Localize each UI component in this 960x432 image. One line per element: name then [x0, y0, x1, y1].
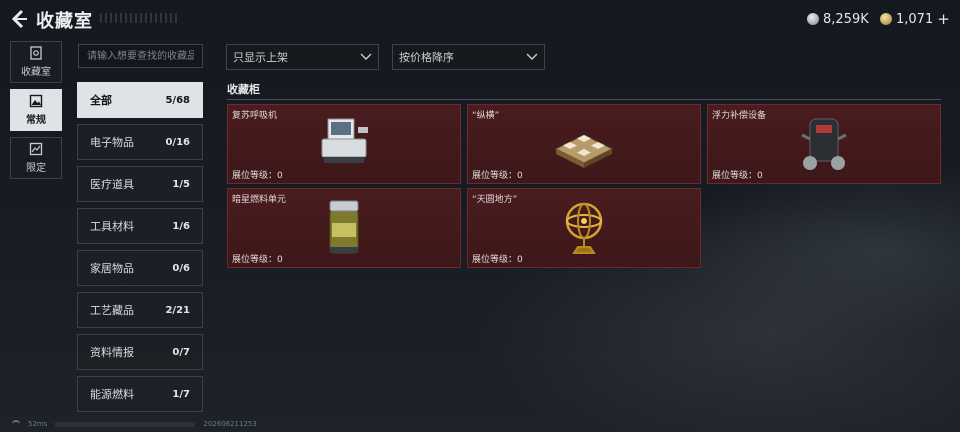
collection-card[interactable]: 浮力补偿设备 展位等级：0	[707, 104, 941, 184]
picture-icon	[29, 94, 43, 108]
gold-amount: 1,071	[896, 11, 934, 27]
category-label: 医疗道具	[90, 178, 134, 191]
collection-card[interactable]: “天圆地方” 展位等级：0	[467, 188, 701, 268]
collection-card[interactable]: 暗星燃料单元 展位等级：0	[227, 188, 461, 268]
card-name: 浮力补偿设备	[712, 111, 767, 121]
category-count: 1/6	[172, 220, 190, 232]
rail-item-label: 限定	[26, 163, 46, 174]
rail-item-normal[interactable]: 常规	[10, 89, 62, 131]
silver-currency: 8,259K	[807, 10, 869, 28]
build-stamp: 202606211253	[203, 420, 257, 428]
gold-coin-icon	[880, 13, 892, 25]
rail-item-label: 常规	[26, 115, 46, 126]
category-count: 1/7	[172, 388, 190, 400]
chevron-down-icon	[360, 53, 372, 60]
category-label: 工艺藏品	[90, 304, 134, 317]
category-label: 家居物品	[90, 262, 134, 275]
status-track	[55, 421, 196, 427]
card-level: 展位等级：0	[472, 255, 523, 265]
category-electronics[interactable]: 电子物品 0/16	[77, 124, 203, 160]
category-count: 1/5	[172, 178, 190, 190]
category-count: 0/6	[172, 262, 190, 274]
sort-value: 按价格降序	[399, 51, 454, 64]
category-count: 5/68	[165, 94, 190, 106]
category-count: 0/16	[165, 136, 190, 148]
category-medical[interactable]: 医疗道具 1/5	[77, 166, 203, 202]
category-household[interactable]: 家居物品 0/6	[77, 250, 203, 286]
shelf-filter-value: 只显示上架	[233, 51, 288, 64]
category-count: 2/21	[165, 304, 190, 316]
card-name: “纵横”	[472, 111, 500, 121]
section-title: 收藏柜	[227, 83, 260, 96]
category-label: 资料情报	[90, 346, 134, 359]
card-name: 暗星燃料单元	[232, 195, 287, 205]
category-all[interactable]: 全部 5/68	[77, 82, 203, 118]
armillary-sphere-icon	[565, 202, 603, 254]
rail-item-label: 收藏室	[21, 67, 51, 78]
silver-amount: 8,259K	[823, 11, 869, 27]
category-label: 能源燃料	[90, 388, 134, 401]
card-level: 展位等级：0	[712, 171, 763, 181]
card-name: “天圆地方”	[472, 195, 518, 205]
title-decoration	[100, 13, 180, 23]
category-count: 0/7	[172, 346, 190, 358]
page-title: 收藏室	[36, 11, 93, 32]
limited-icon	[29, 142, 43, 156]
collection-card[interactable]: “纵横” 展位等级：0	[467, 104, 701, 184]
gold-currency: 1,071 +	[880, 10, 950, 28]
search-input[interactable]	[78, 44, 203, 68]
collection-card[interactable]: 复苏呼吸机 展位等级：0	[227, 104, 461, 184]
category-intel[interactable]: 资料情报 0/7	[77, 334, 203, 370]
card-name: 复苏呼吸机	[232, 111, 278, 121]
silver-coin-icon	[807, 13, 819, 25]
chevron-down-icon	[526, 53, 538, 60]
fuel-cell-icon	[329, 200, 359, 254]
category-label: 工具材料	[90, 220, 134, 233]
rail-item-limited[interactable]: 限定	[10, 137, 62, 179]
sort-dropdown[interactable]: 按价格降序	[392, 44, 545, 70]
wifi-icon	[12, 420, 20, 428]
category-label: 全部	[90, 94, 112, 107]
section-divider	[227, 99, 941, 100]
card-level: 展位等级：0	[232, 255, 283, 265]
add-currency-button[interactable]: +	[937, 10, 950, 28]
ping-value: 52ms	[28, 420, 48, 428]
status-bar: 52ms 202606211253	[12, 420, 257, 428]
category-energy[interactable]: 能源燃料 1/7	[77, 376, 203, 412]
chessboard-icon	[554, 134, 614, 168]
category-label: 电子物品	[90, 136, 134, 149]
back-arrow-icon[interactable]	[8, 8, 30, 30]
category-tools[interactable]: 工具材料 1/6	[77, 208, 203, 244]
respirator-icon	[321, 118, 368, 163]
category-crafts[interactable]: 工艺藏品 2/21	[77, 292, 203, 328]
buoyancy-device-icon	[801, 118, 847, 170]
card-level: 展位等级：0	[472, 171, 523, 181]
vault-icon	[30, 46, 42, 60]
shelf-filter-dropdown[interactable]: 只显示上架	[226, 44, 379, 70]
rail-item-collection[interactable]: 收藏室	[10, 41, 62, 83]
card-level: 展位等级：0	[232, 171, 283, 181]
